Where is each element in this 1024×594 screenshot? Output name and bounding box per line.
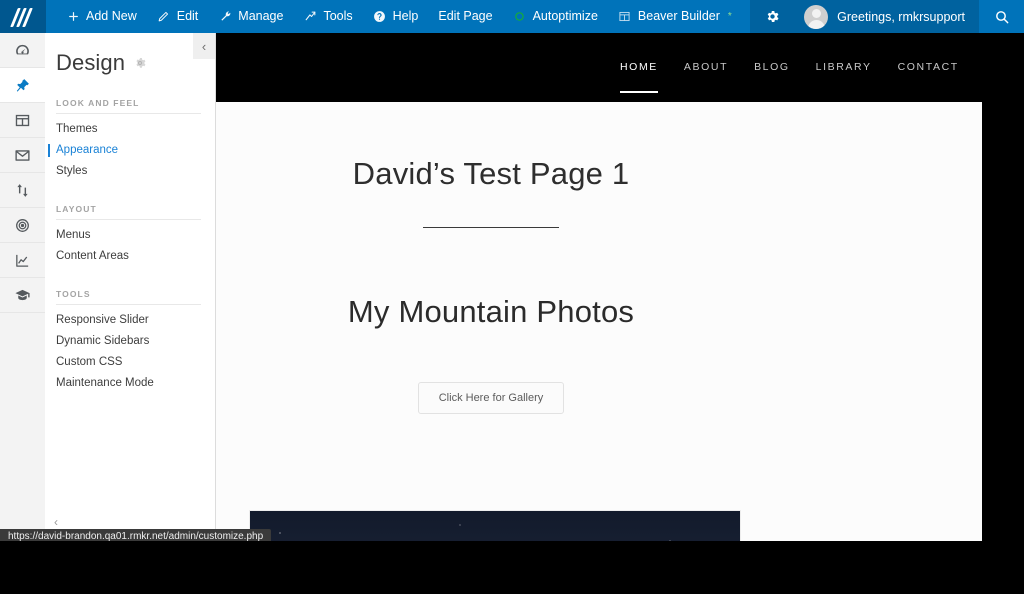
admin-bar-item-label: Autoptimize xyxy=(532,9,598,23)
admin-bar-items: Add New Edit Manage Tools Help Edit Page Autop… xyxy=(46,0,750,33)
panel-item-themes[interactable]: Themes xyxy=(45,119,215,140)
admin-bar-item-label: Beaver Builder xyxy=(637,9,720,23)
admin-bar-item-label: Add New xyxy=(86,9,137,23)
envelope-icon xyxy=(14,147,31,164)
admin-bar-item-suffix: * xyxy=(727,11,732,22)
pencil-icon xyxy=(157,10,171,24)
gear-icon[interactable] xyxy=(134,57,146,69)
admin-bar-right: Greetings, rmkrsupport xyxy=(750,0,1024,33)
site-nav-blog[interactable]: BLOG xyxy=(754,53,790,83)
trend-arrow-icon xyxy=(303,10,317,24)
user-greeting-menu[interactable]: Greetings, rmkrsupport xyxy=(794,0,979,33)
panel-item-appearance[interactable]: Appearance xyxy=(45,140,215,161)
target-icon xyxy=(14,217,31,234)
panel-item-content-areas[interactable]: Content Areas xyxy=(45,246,215,267)
admin-bar-item-help[interactable]: Help xyxy=(363,0,429,33)
admin-bar-item-label: Edit xyxy=(176,9,199,23)
admin-bar-item-label: Edit Page xyxy=(438,9,493,23)
panel-section-label: LOOK AND FEEL xyxy=(56,98,201,114)
design-panel: ‹ Design LOOK AND FEEL Themes Appearance St… xyxy=(45,33,216,541)
panel-title: Design xyxy=(56,50,126,75)
rail-item-mail[interactable] xyxy=(0,138,45,173)
up-down-arrows-icon xyxy=(14,182,31,199)
hero-photo xyxy=(250,511,740,541)
rail-item-design[interactable] xyxy=(0,68,45,103)
admin-bar-item-tools[interactable]: Tools xyxy=(293,0,362,33)
site-nav-about[interactable]: ABOUT xyxy=(684,53,728,83)
admin-bar-item-label: Manage xyxy=(238,9,284,23)
admin-bar-item-label: Tools xyxy=(323,9,353,23)
rail-item-marketing[interactable] xyxy=(0,208,45,243)
plus-icon xyxy=(66,10,80,24)
site-nav-home[interactable]: HOME xyxy=(620,53,658,93)
browser-viewport: .RMKR.NET HOMEABOUTBLOGLIBRARYCONTACT Da… xyxy=(0,0,982,541)
collapse-panel-button[interactable]: ‹ xyxy=(193,33,215,59)
graduation-cap-icon xyxy=(14,287,31,304)
grid-icon xyxy=(618,10,632,24)
line-chart-icon xyxy=(14,252,31,269)
site-nav: HOME ABOUT BLOG LIBRARY CONTACT xyxy=(620,33,959,102)
rail-item-learn[interactable] xyxy=(0,278,45,313)
panel-section-list: Themes Appearance Styles xyxy=(45,119,215,182)
gallery-button[interactable]: Click Here for Gallery xyxy=(417,382,565,414)
gauge-icon xyxy=(14,42,31,59)
rail-item-stats[interactable] xyxy=(0,243,45,278)
rail-item-pages[interactable] xyxy=(0,103,45,138)
wrench-icon xyxy=(218,10,232,24)
settings-gear-button[interactable] xyxy=(750,0,795,33)
panel-item-maintenance-mode[interactable]: Maintenance Mode xyxy=(45,373,215,394)
panel-item-styles[interactable]: Styles xyxy=(45,161,215,182)
panel-item-custom-css[interactable]: Custom CSS xyxy=(45,352,215,373)
admin-bar-item-edit-page[interactable]: Edit Page xyxy=(428,0,502,33)
admin-bar-item-label: Help xyxy=(392,9,419,23)
green-circle-icon xyxy=(513,10,527,24)
panel-section-label: TOOLS xyxy=(56,289,201,305)
panel-section-label: LAYOUT xyxy=(56,204,201,220)
panel-section-list: Menus Content Areas xyxy=(45,225,215,267)
pin-icon xyxy=(14,77,31,94)
panel-item-menus[interactable]: Menus xyxy=(45,225,215,246)
admin-bar-item-beaver-builder[interactable]: Beaver Builder * xyxy=(608,0,742,33)
admin-bar-item-autoptimize[interactable]: Autoptimize xyxy=(503,0,608,33)
panel-item-responsive-slider[interactable]: Responsive Slider xyxy=(45,310,215,331)
status-bar-url: https://david-brandon.qa01.rmkr.net/admi… xyxy=(0,529,272,541)
admin-bar: Add New Edit Manage Tools Help Edit Page Autop… xyxy=(0,0,1024,33)
admin-bar-item-edit[interactable]: Edit xyxy=(147,0,209,33)
panel-sections: LOOK AND FEEL Themes Appearance Styles LAYOU… xyxy=(45,98,215,394)
admin-bar-item-manage[interactable]: Manage xyxy=(208,0,293,33)
site-nav-library[interactable]: LIBRARY xyxy=(816,53,872,83)
rail-item-dashboard[interactable] xyxy=(0,33,45,68)
search-icon[interactable] xyxy=(979,0,1024,33)
layout-grid-icon xyxy=(14,112,31,129)
greeting-label: Greetings, rmkrsupport xyxy=(837,9,965,24)
avatar xyxy=(804,4,829,29)
rail-item-transfer[interactable] xyxy=(0,173,45,208)
admin-bar-item-add-new[interactable]: Add New xyxy=(56,0,147,33)
site-nav-contact[interactable]: CONTACT xyxy=(898,53,959,83)
panel-section-list: Responsive Slider Dynamic Sidebars Custom … xyxy=(45,310,215,394)
panel-item-dynamic-sidebars[interactable]: Dynamic Sidebars xyxy=(45,331,215,352)
site-logo-icon[interactable] xyxy=(0,0,46,33)
icon-rail xyxy=(0,33,46,541)
question-circle-icon xyxy=(373,10,387,24)
